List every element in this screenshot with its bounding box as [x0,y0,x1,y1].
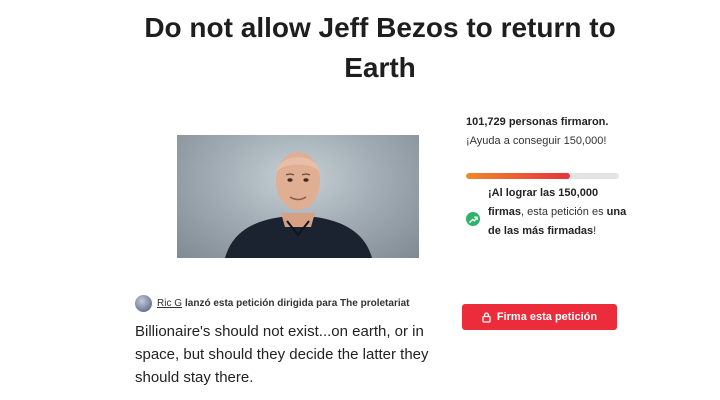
milestone-connector: , esta petición es [521,206,607,218]
petition-description: Billionaire's should not exist...on eart… [135,323,429,386]
trending-up-icon [466,212,480,226]
signature-count: 101,729 personas firmaron. [466,116,609,128]
creator-name-link[interactable]: Ric G [157,298,182,309]
person-portrait [225,152,372,258]
creator-avatar[interactable] [135,294,152,312]
sign-button-label: Firma esta petición [496,311,598,323]
signature-progress-bar [466,173,619,179]
petition-photo [177,135,419,258]
petition-title: Do not allow Jeff Bezos to return to Ear… [144,12,616,83]
signature-goal: ¡Ayuda a conseguir 150,000! [466,135,607,147]
petition-target: The proletariat [340,297,410,309]
signature-progress-fill [466,173,571,179]
milestone-message: ¡Al lograr las 150,000 firmas, esta peti… [488,184,628,241]
creator-action-text: lanzó esta petición dirigida para [185,297,338,309]
lock-icon [482,311,491,323]
creator-row: Ric G lanzó esta petición dirigida para … [135,294,410,312]
milestone-end: ! [593,225,597,237]
sign-petition-button[interactable]: Firma esta petición [462,304,617,330]
